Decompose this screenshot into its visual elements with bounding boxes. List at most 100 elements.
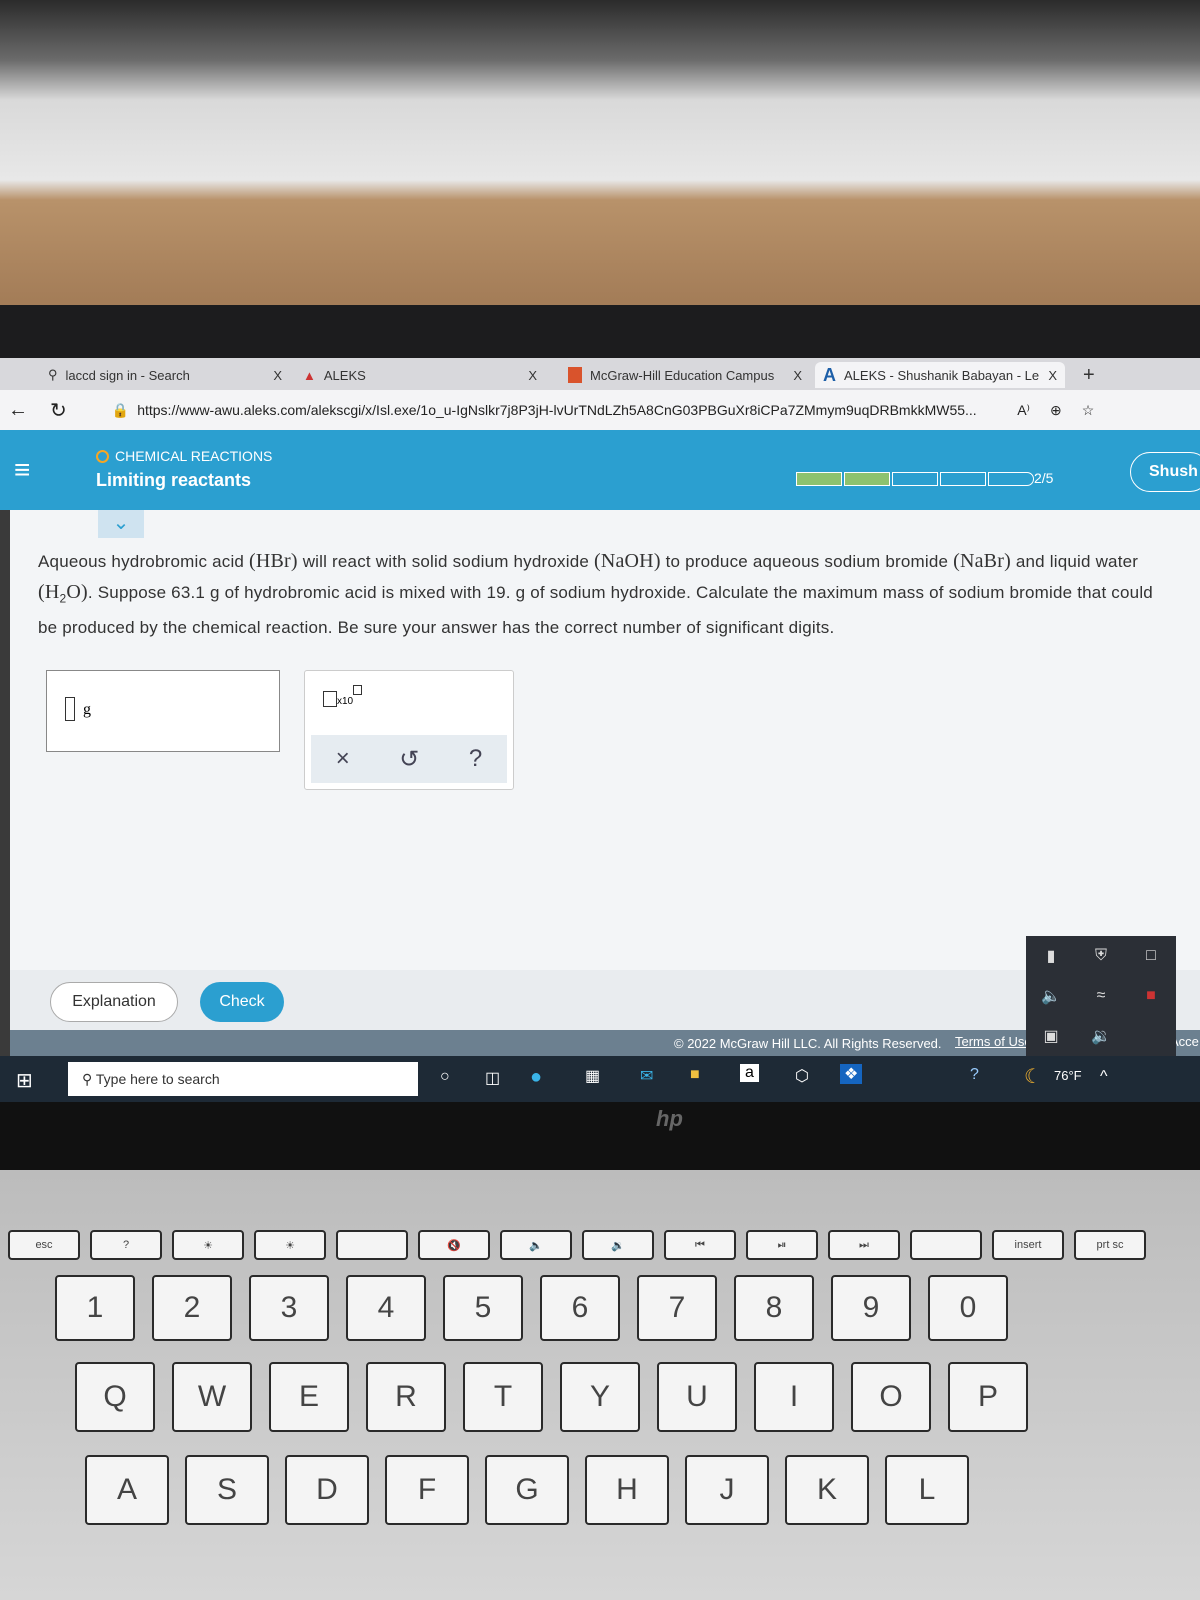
refresh-icon[interactable]: ↻ bbox=[50, 398, 67, 423]
windows-start-icon[interactable]: ⊞ bbox=[16, 1068, 33, 1093]
answer-input[interactable]: g bbox=[46, 670, 280, 752]
mcgraw-hill-icon bbox=[568, 367, 582, 383]
file-explorer-icon[interactable]: ■ bbox=[690, 1066, 700, 1084]
url-input[interactable]: https://www-awu.aleks.com/alekscgi/x/Isl… bbox=[137, 402, 1007, 418]
camera-icon[interactable]: ▣ bbox=[1043, 1026, 1058, 1046]
close-tab-button[interactable]: X bbox=[1048, 368, 1057, 383]
user-menu-button[interactable]: Shush bbox=[1130, 452, 1200, 492]
key-fn-8[interactable]: ⏮ bbox=[664, 1230, 736, 1260]
key-w[interactable]: W bbox=[172, 1362, 252, 1432]
key-fn-4[interactable] bbox=[336, 1230, 408, 1260]
undo-button[interactable]: ↺ bbox=[399, 745, 419, 774]
key-k[interactable]: K bbox=[785, 1455, 869, 1525]
menu-icon[interactable]: ≡ bbox=[14, 454, 30, 486]
close-tab-button[interactable]: X bbox=[528, 368, 537, 383]
scientific-notation-button[interactable]: x10 bbox=[323, 685, 363, 707]
speaker-icon[interactable]: 🔈 bbox=[1041, 986, 1061, 1006]
security-shield-icon[interactable]: ⛨ bbox=[1095, 947, 1107, 965]
key-2[interactable]: 2 bbox=[152, 1275, 232, 1341]
progress-count: 2/5 bbox=[1034, 470, 1054, 486]
display-icon[interactable]: □ bbox=[1146, 947, 1156, 965]
key-6[interactable]: 6 bbox=[540, 1275, 620, 1341]
key-i[interactable]: I bbox=[754, 1362, 834, 1432]
tab-aleks[interactable]: ▲ ALEKS X bbox=[295, 362, 545, 388]
taskbar-search-input[interactable]: ⚲ Type here to search bbox=[68, 1062, 418, 1096]
key-g[interactable]: G bbox=[485, 1455, 569, 1525]
app-icon[interactable]: ⬡ bbox=[795, 1066, 809, 1086]
weather-temperature[interactable]: 76°F bbox=[1054, 1068, 1082, 1083]
mail-icon[interactable]: ✉ bbox=[640, 1066, 653, 1086]
key-f[interactable]: F bbox=[385, 1455, 469, 1525]
wifi-icon[interactable]: ≈ bbox=[1097, 987, 1106, 1005]
key-7[interactable]: 7 bbox=[637, 1275, 717, 1341]
chevron-up-icon[interactable]: ^ bbox=[1100, 1068, 1108, 1086]
key-u[interactable]: U bbox=[657, 1362, 737, 1432]
cortana-icon[interactable]: ○ bbox=[440, 1068, 450, 1086]
task-view-icon[interactable]: ◫ bbox=[485, 1068, 500, 1088]
key-8[interactable]: 8 bbox=[734, 1275, 814, 1341]
edge-icon[interactable]: ● bbox=[530, 1066, 542, 1089]
tab-mcgraw-hill[interactable]: McGraw-Hill Education Campus X bbox=[560, 362, 810, 388]
key-fn-10[interactable]: ⏭ bbox=[828, 1230, 900, 1260]
mcafee-icon[interactable]: ■ bbox=[1146, 987, 1156, 1005]
key-a[interactable]: A bbox=[85, 1455, 169, 1525]
zoom-icon[interactable]: ⊕ bbox=[1050, 402, 1062, 419]
key-4[interactable]: 4 bbox=[346, 1275, 426, 1341]
amazon-icon[interactable]: a bbox=[740, 1064, 759, 1082]
collapse-chevron-icon[interactable]: ⌄ bbox=[98, 510, 144, 538]
laptop-hinge: hp bbox=[0, 1102, 1200, 1172]
moon-weather-icon: ☾ bbox=[1024, 1066, 1042, 1088]
key-fn-5[interactable]: 🔇 bbox=[418, 1230, 490, 1260]
read-aloud-icon[interactable]: A⁾ bbox=[1017, 402, 1030, 419]
key-5[interactable]: 5 bbox=[443, 1275, 523, 1341]
key-3[interactable]: 3 bbox=[249, 1275, 329, 1341]
key-y[interactable]: Y bbox=[560, 1362, 640, 1432]
volume-icon[interactable]: 🔉 bbox=[1091, 1026, 1111, 1046]
address-bar-row: ← ↻ 🔒 https://www-awu.aleks.com/alekscgi… bbox=[0, 390, 1200, 430]
dropbox-icon[interactable]: ❖ bbox=[840, 1064, 863, 1084]
key-0[interactable]: 0 bbox=[928, 1275, 1008, 1341]
key-p[interactable]: P bbox=[948, 1362, 1028, 1432]
key-fn-2[interactable]: ☀ bbox=[172, 1230, 244, 1260]
tab-search[interactable]: ⚲ laccd sign in - Search X bbox=[40, 362, 290, 388]
key-fn-12[interactable]: insert bbox=[992, 1230, 1064, 1260]
key-o[interactable]: O bbox=[851, 1362, 931, 1432]
help-icon[interactable]: ? bbox=[970, 1066, 979, 1084]
key-s[interactable]: S bbox=[185, 1455, 269, 1525]
key-fn-11[interactable] bbox=[910, 1230, 982, 1260]
back-icon[interactable]: ← bbox=[8, 399, 28, 422]
clear-button[interactable]: × bbox=[336, 745, 350, 773]
key-r[interactable]: R bbox=[366, 1362, 446, 1432]
key-d[interactable]: D bbox=[285, 1455, 369, 1525]
close-tab-button[interactable]: X bbox=[793, 368, 802, 383]
new-tab-button[interactable]: + bbox=[1075, 362, 1103, 388]
key-l[interactable]: L bbox=[885, 1455, 969, 1525]
key-j[interactable]: J bbox=[685, 1455, 769, 1525]
key-fn-3[interactable]: ☀ bbox=[254, 1230, 326, 1260]
battery-icon[interactable]: ▮ bbox=[1047, 946, 1056, 966]
key-h[interactable]: H bbox=[585, 1455, 669, 1525]
terms-of-use-link[interactable]: Terms of Use bbox=[955, 1034, 1032, 1049]
key-q[interactable]: Q bbox=[75, 1362, 155, 1432]
key-9[interactable]: 9 bbox=[831, 1275, 911, 1341]
close-tab-button[interactable]: X bbox=[273, 368, 282, 383]
key-fn-9[interactable]: ⏯ bbox=[746, 1230, 818, 1260]
key-fn-7[interactable]: 🔉 bbox=[582, 1230, 654, 1260]
key-fn-6[interactable]: 🔈 bbox=[500, 1230, 572, 1260]
key-fn-13[interactable]: prt sc bbox=[1074, 1230, 1146, 1260]
key-fn-1[interactable]: ? bbox=[90, 1230, 162, 1260]
aleks-a-icon: A bbox=[823, 364, 836, 385]
taskbar: ⊞ ⚲ Type here to search ○ ◫ ● ▦ ✉ ■ a ⬡ … bbox=[0, 1056, 1200, 1102]
math-toolbox: x10 × ↺ ? bbox=[304, 670, 514, 790]
key-fn-0[interactable]: esc bbox=[8, 1230, 80, 1260]
explanation-button[interactable]: Explanation bbox=[50, 982, 178, 1022]
key-1[interactable]: 1 bbox=[55, 1275, 135, 1341]
footer: © 2022 McGraw Hill LLC. All Rights Reser… bbox=[10, 1030, 1200, 1056]
favorite-icon[interactable]: ☆ bbox=[1082, 402, 1095, 419]
tab-aleks-active[interactable]: A ALEKS - Shushanik Babayan - Le X bbox=[815, 362, 1065, 388]
check-button[interactable]: Check bbox=[200, 982, 284, 1022]
key-t[interactable]: T bbox=[463, 1362, 543, 1432]
store-icon[interactable]: ▦ bbox=[585, 1066, 600, 1086]
key-e[interactable]: E bbox=[269, 1362, 349, 1432]
help-button[interactable]: ? bbox=[469, 745, 482, 773]
